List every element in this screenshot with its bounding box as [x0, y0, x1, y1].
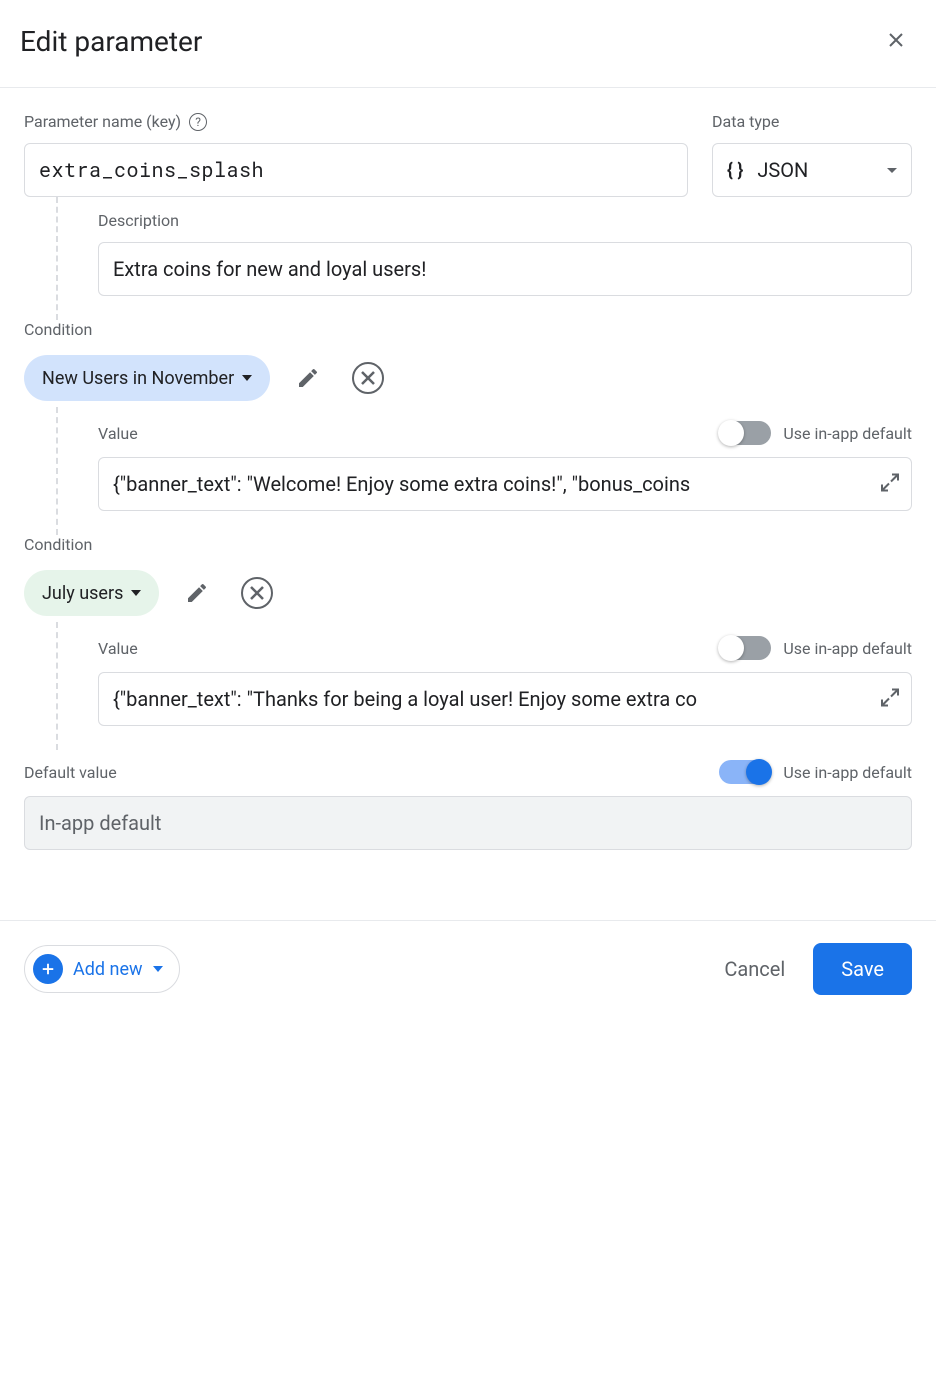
remove-condition-button[interactable]	[235, 571, 279, 615]
save-button[interactable]: Save	[813, 943, 912, 995]
chevron-down-icon	[242, 375, 252, 381]
description-label: Description	[98, 211, 912, 230]
close-circle-icon	[352, 362, 384, 394]
plus-circle-icon	[33, 954, 63, 984]
data-type-select[interactable]: { } JSON	[712, 143, 912, 197]
close-icon	[884, 28, 908, 52]
close-circle-icon	[241, 577, 273, 609]
param-name-label: Parameter name (key) ?	[24, 112, 688, 131]
use-in-app-default-toggle[interactable]	[719, 421, 771, 445]
default-value-input	[24, 796, 912, 850]
expand-button[interactable]	[878, 471, 902, 498]
use-in-app-default-label: Use in-app default	[783, 763, 912, 782]
close-button[interactable]	[876, 20, 916, 63]
description-input[interactable]	[98, 242, 912, 296]
chevron-down-icon	[153, 966, 163, 972]
use-in-app-default-label: Use in-app default	[783, 639, 912, 658]
data-type-label: Data type	[712, 112, 912, 131]
expand-button[interactable]	[878, 686, 902, 713]
chevron-down-icon	[887, 168, 897, 173]
value-label: Value	[98, 639, 138, 658]
expand-icon	[878, 471, 902, 495]
chevron-down-icon	[131, 590, 141, 596]
condition-label: Condition	[0, 320, 936, 339]
cancel-button[interactable]: Cancel	[724, 957, 785, 981]
add-new-button[interactable]: Add new	[24, 945, 180, 993]
param-name-input[interactable]	[24, 143, 688, 197]
pencil-icon	[296, 366, 320, 390]
add-new-label: Add new	[73, 959, 143, 980]
condition-chip-july-users[interactable]: July users	[24, 570, 159, 616]
condition-label: Condition	[0, 535, 936, 554]
condition-chip-new-users[interactable]: New Users in November	[24, 355, 270, 401]
use-in-app-default-toggle[interactable]	[719, 636, 771, 660]
condition-chip-label: July users	[42, 583, 123, 604]
condition-value-input[interactable]	[98, 457, 912, 511]
edit-condition-button[interactable]	[290, 360, 326, 396]
default-use-in-app-toggle[interactable]	[719, 760, 771, 784]
remove-condition-button[interactable]	[346, 356, 390, 400]
expand-icon	[878, 686, 902, 710]
use-in-app-default-label: Use in-app default	[783, 424, 912, 443]
value-label: Value	[98, 424, 138, 443]
json-braces-icon: { }	[727, 160, 743, 181]
default-value-label: Default value	[24, 763, 117, 782]
edit-condition-button[interactable]	[179, 575, 215, 611]
data-type-value: JSON	[757, 158, 877, 182]
page-title: Edit parameter	[20, 25, 202, 58]
condition-value-input[interactable]	[98, 672, 912, 726]
condition-chip-label: New Users in November	[42, 368, 234, 389]
pencil-icon	[185, 581, 209, 605]
help-icon[interactable]: ?	[189, 113, 207, 131]
